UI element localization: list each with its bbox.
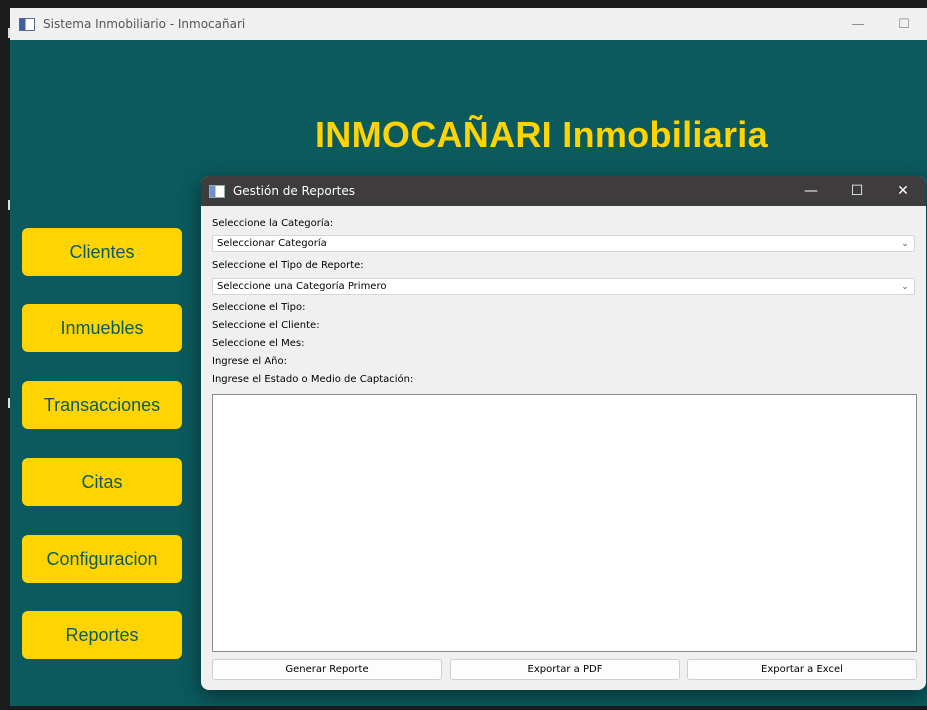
reports-dialog: Gestión de Reportes — ☐ ✕ Seleccione la … [201,176,926,690]
app-window-icon [209,184,225,198]
main-titlebar[interactable]: Sistema Inmobiliario - Inmocañari — ☐ [10,8,927,40]
nav-button-citas[interactable]: Citas [22,458,182,506]
nav-button-reportes[interactable]: Reportes [22,611,182,659]
desktop-edge [0,0,10,710]
export-excel-button[interactable]: Exportar a Excel [687,659,917,680]
category-label: Seleccione la Categoría: [212,218,334,229]
dialog-titlebar[interactable]: Gestión de Reportes — ☐ ✕ [201,176,926,206]
report-type-select-value: Seleccione una Categoría Primero [217,281,387,292]
report-type-select[interactable]: Seleccione una Categoría Primero ⌄ [212,278,915,295]
chevron-down-icon[interactable]: ⌄ [896,239,914,249]
maximize-icon[interactable]: ☐ [881,8,927,40]
chevron-down-icon[interactable]: ⌄ [896,282,914,292]
type-label: Seleccione el Tipo: [212,302,306,313]
dialog-title: Gestión de Reportes [233,184,355,198]
close-icon[interactable]: ✕ [880,176,926,206]
nav-button-clientes[interactable]: Clientes [22,228,182,276]
state-label: Ingrese el Estado o Medio de Captación: [212,374,414,385]
category-select-value: Seleccionar Categoría [217,238,327,249]
minimize-icon[interactable]: — [788,176,834,206]
nav-button-transacciones[interactable]: Transacciones [22,381,182,429]
minimize-icon[interactable]: — [835,8,881,40]
year-label: Ingrese el Año: [212,356,287,367]
export-pdf-button[interactable]: Exportar a PDF [450,659,680,680]
month-label: Seleccione el Mes: [212,338,305,349]
nav-button-inmuebles[interactable]: Inmuebles [22,304,182,352]
report-type-label: Seleccione el Tipo de Reporte: [212,260,364,271]
banner-title: INMOCAÑARI Inmobiliaria [315,114,768,155]
category-select[interactable]: Seleccionar Categoría ⌄ [212,235,915,252]
client-label: Seleccione el Cliente: [212,320,320,331]
report-output-area[interactable] [212,394,917,652]
nav-button-configuracion[interactable]: Configuracion [22,535,182,583]
maximize-icon[interactable]: ☐ [834,176,880,206]
window-title: Sistema Inmobiliario - Inmocañari [43,17,246,31]
app-window-icon [19,17,35,31]
generate-report-button[interactable]: Generar Reporte [212,659,442,680]
